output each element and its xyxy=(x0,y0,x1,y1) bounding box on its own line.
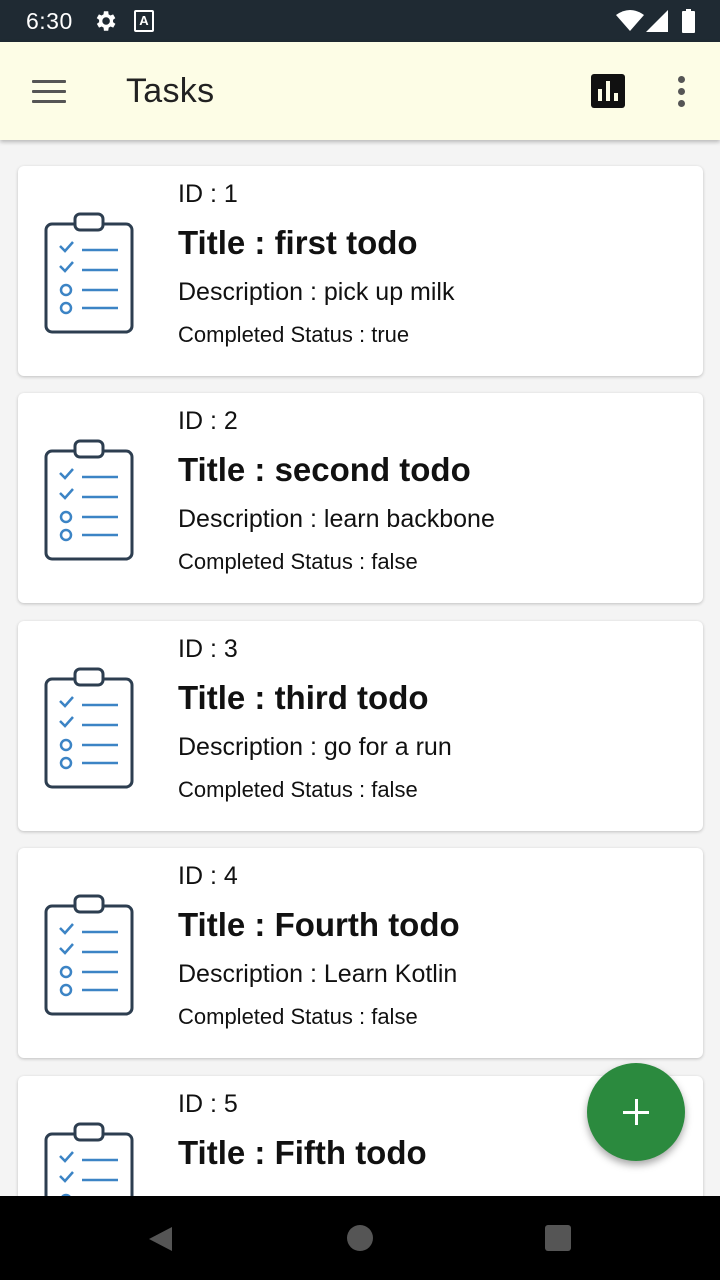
task-title: Title : Fourth todo xyxy=(178,906,460,943)
task-status: Completed Status : false xyxy=(178,1004,418,1029)
task-status: Completed Status : false xyxy=(178,549,418,574)
clipboard-checklist-icon xyxy=(44,439,134,561)
add-task-button[interactable] xyxy=(587,1063,685,1161)
wifi-icon xyxy=(616,10,644,31)
recents-icon[interactable] xyxy=(545,1225,571,1251)
task-description: Description : pick up milk xyxy=(178,278,455,306)
task-title: Title : Fifth todo xyxy=(178,1134,427,1171)
cell-signal-icon xyxy=(646,10,668,32)
page-title: Tasks xyxy=(126,72,215,110)
navigation-bar xyxy=(0,1196,720,1280)
status-bar: 6:30 A xyxy=(0,0,720,42)
task-title: Title : third todo xyxy=(178,679,429,716)
task-id: ID : 5 xyxy=(178,1090,238,1118)
task-card[interactable]: ID : 1 Title : first todo Description : … xyxy=(18,166,703,376)
task-id: ID : 4 xyxy=(178,862,238,890)
task-id: ID : 1 xyxy=(178,180,238,208)
back-icon[interactable] xyxy=(146,1225,174,1253)
status-time: 6:30 xyxy=(26,8,73,34)
task-card[interactable]: ID : 3 Title : third todo Description : … xyxy=(18,621,703,831)
home-icon[interactable] xyxy=(347,1225,373,1251)
task-card[interactable]: ID : 4 Title : Fourth todo Description :… xyxy=(18,848,703,1058)
hamburger-menu-icon[interactable] xyxy=(32,80,66,104)
task-description: Description : go for a run xyxy=(178,733,452,761)
clipboard-checklist-icon xyxy=(44,212,134,334)
task-status: Completed Status : true xyxy=(178,322,410,347)
more-vertical-icon[interactable] xyxy=(672,74,692,110)
task-description: Description : Learn Kotlin xyxy=(178,960,458,988)
app-bar: Tasks xyxy=(0,42,720,140)
task-id: ID : 3 xyxy=(178,635,238,663)
bar-chart-icon[interactable] xyxy=(591,74,625,108)
clipboard-checklist-icon xyxy=(44,1122,134,1196)
task-title: Title : first todo xyxy=(178,224,418,261)
task-title: Title : second todo xyxy=(178,451,471,488)
settings-icon xyxy=(96,11,116,31)
task-id: ID : 2 xyxy=(178,407,238,435)
task-status: Completed Status : false xyxy=(178,777,418,802)
clipboard-checklist-icon xyxy=(44,894,134,1016)
battery-icon xyxy=(682,9,695,33)
task-list[interactable]: ID : 1 Title : first todo Description : … xyxy=(0,140,720,1196)
a-notification-icon: A xyxy=(134,10,154,32)
task-description: Description : learn backbone xyxy=(178,505,495,533)
clipboard-checklist-icon xyxy=(44,667,134,789)
task-card[interactable]: ID : 2 Title : second todo Description :… xyxy=(18,393,703,603)
